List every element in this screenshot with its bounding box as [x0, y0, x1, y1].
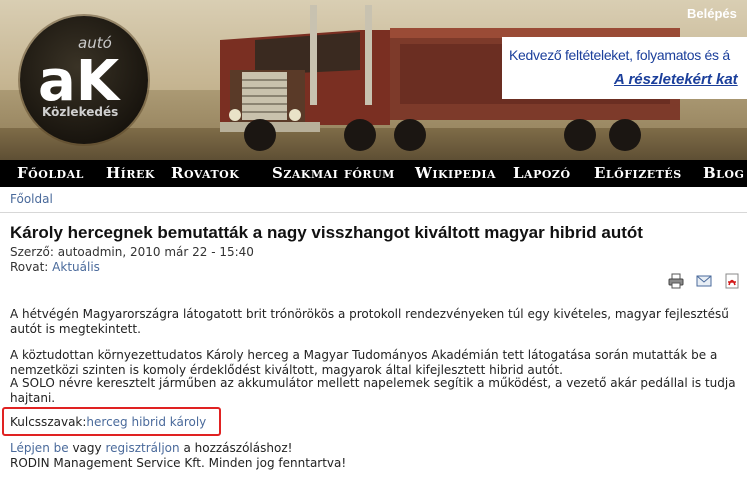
logo-bottom-text: Közlekedés — [42, 105, 118, 119]
nav-item-forum[interactable]: Szakmai fórum — [272, 164, 395, 182]
login-to-comment-link[interactable]: Lépjen be — [10, 441, 69, 455]
author-value: autoadmin, 2010 már 22 - 15:40 — [57, 245, 254, 259]
pdf-icon[interactable] — [724, 273, 740, 289]
page-title: Károly hercegnek bemutatták a nagy vissz… — [10, 223, 643, 242]
nav-item-sections[interactable]: Rovatok — [171, 164, 239, 182]
logo-graphic: autó aK Közlekedés — [38, 34, 122, 119]
article-author: Szerző: autoadmin, 2010 már 22 - 15:40 — [10, 245, 254, 259]
copyright: RODIN Management Service Kft. Minden jog… — [10, 456, 347, 470]
main-nav: Főoldal Hírek Rovatok Szakmai fórum Wiki… — [0, 160, 747, 187]
section-link[interactable]: Aktuális — [52, 260, 100, 274]
breadcrumb[interactable]: Főoldal — [10, 192, 53, 206]
nav-item-subscribe[interactable]: Előfizetés — [594, 164, 682, 182]
header-banner: autó aK Közlekedés Belépés Kedvező felté… — [0, 0, 747, 160]
keywords-link[interactable]: herceg hibrid károly — [86, 415, 206, 429]
nav-item-blog[interactable]: Blog — [703, 164, 744, 182]
nav-item-news[interactable]: Hírek — [106, 164, 155, 182]
register-link[interactable]: regisztráljon — [105, 441, 179, 455]
or-text: vagy — [72, 441, 102, 455]
ad-details-link[interactable]: A részletekért kat — [614, 71, 738, 88]
comment-text: a hozzászóláshoz! — [183, 441, 293, 455]
keywords-label: Kulcsszavak: — [10, 415, 87, 429]
nav-item-wikipedia[interactable]: Wikipedia — [415, 164, 496, 182]
divider — [0, 212, 747, 213]
email-icon[interactable] — [696, 273, 712, 289]
author-label: Szerző: — [10, 245, 54, 259]
login-link[interactable]: Belépés — [687, 6, 737, 21]
ad-line-1: Kedvező feltételeket, folyamatos és á — [509, 47, 730, 63]
article-paragraph-3: A SOLO névre keresztelt járműben az akku… — [10, 376, 736, 405]
print-icon[interactable] — [668, 273, 684, 289]
article-paragraph-1: A hétvégén Magyarországra látogatott bri… — [10, 307, 729, 336]
ad-banner[interactable]: Kedvező feltételeket, folyamatos és á A … — [502, 37, 747, 99]
nav-item-home[interactable]: Főoldal — [17, 164, 84, 182]
article-paragraph-2: A köztudottan környezettudatos Károly he… — [10, 348, 718, 377]
nav-item-browser[interactable]: Lapozó — [513, 164, 571, 182]
section-label: Rovat: — [10, 260, 49, 274]
keywords-row: Kulcsszavak:herceg hibrid károly — [10, 415, 206, 429]
comment-prompt: Lépjen be vagy regisztráljon a hozzászól… — [10, 441, 292, 455]
article-section: Rovat: Aktuális — [10, 260, 100, 274]
site-logo[interactable]: autó aK Közlekedés — [20, 16, 148, 144]
